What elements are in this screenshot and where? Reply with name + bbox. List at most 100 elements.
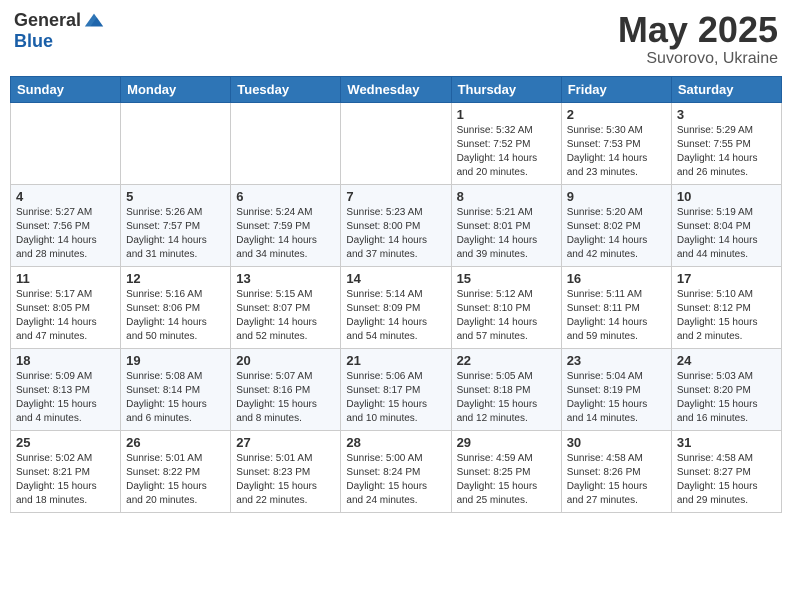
calendar-cell bbox=[11, 102, 121, 184]
day-info: Sunrise: 5:00 AM Sunset: 8:24 PM Dayligh… bbox=[346, 452, 445, 508]
day-info: Sunrise: 5:15 AM Sunset: 8:07 PM Dayligh… bbox=[236, 288, 335, 344]
calendar-cell: 4Sunrise: 5:27 AM Sunset: 7:56 PM Daylig… bbox=[11, 184, 121, 266]
day-info: Sunrise: 5:01 AM Sunset: 8:23 PM Dayligh… bbox=[236, 452, 335, 508]
day-info: Sunrise: 5:14 AM Sunset: 8:09 PM Dayligh… bbox=[346, 288, 445, 344]
day-number: 20 bbox=[236, 353, 335, 368]
day-number: 24 bbox=[677, 353, 776, 368]
day-number: 18 bbox=[16, 353, 115, 368]
calendar-cell: 26Sunrise: 5:01 AM Sunset: 8:22 PM Dayli… bbox=[121, 430, 231, 512]
calendar-cell: 27 Sunrise: 5:01 AM Sunset: 8:23 PM Dayli… bbox=[231, 430, 341, 512]
day-info: Sunrise: 5:19 AM Sunset: 8:04 PM Dayligh… bbox=[677, 206, 776, 262]
day-info: Sunrise: 5:04 AM Sunset: 8:19 PM Dayligh… bbox=[567, 370, 666, 426]
day-number: 6 bbox=[236, 189, 335, 204]
calendar-cell: 23 Sunrise: 5:04 AM Sunset: 8:19 PM Dayli… bbox=[561, 348, 671, 430]
header-monday: Monday bbox=[121, 76, 231, 102]
calendar-cell: 8 Sunrise: 5:21 AM Sunset: 8:01 PM Daylig… bbox=[451, 184, 561, 266]
calendar-week-3: 11Sunrise: 5:17 AM Sunset: 8:05 PM Dayli… bbox=[11, 266, 782, 348]
day-info: Sunrise: 5:16 AM Sunset: 8:06 PM Dayligh… bbox=[126, 288, 225, 344]
day-info: Sunrise: 5:17 AM Sunset: 8:05 PM Dayligh… bbox=[16, 288, 115, 344]
calendar-cell: 30Sunrise: 4:58 AM Sunset: 8:26 PM Dayli… bbox=[561, 430, 671, 512]
header-wednesday: Wednesday bbox=[341, 76, 451, 102]
day-info: Sunrise: 5:03 AM Sunset: 8:20 PM Dayligh… bbox=[677, 370, 776, 426]
calendar-cell: 13 Sunrise: 5:15 AM Sunset: 8:07 PM Dayli… bbox=[231, 266, 341, 348]
calendar-cell: 7Sunrise: 5:23 AM Sunset: 8:00 PM Daylig… bbox=[341, 184, 451, 266]
day-info: Sunrise: 5:24 AM Sunset: 7:59 PM Dayligh… bbox=[236, 206, 335, 262]
calendar-cell: 9 Sunrise: 5:20 AM Sunset: 8:02 PM Daylig… bbox=[561, 184, 671, 266]
calendar-cell: 21 Sunrise: 5:06 AM Sunset: 8:17 PM Dayli… bbox=[341, 348, 451, 430]
logo-blue: Blue bbox=[14, 31, 53, 51]
day-number: 22 bbox=[457, 353, 556, 368]
day-number: 23 bbox=[567, 353, 666, 368]
day-number: 25 bbox=[16, 435, 115, 450]
calendar-week-2: 4Sunrise: 5:27 AM Sunset: 7:56 PM Daylig… bbox=[11, 184, 782, 266]
calendar-cell: 2Sunrise: 5:30 AM Sunset: 7:53 PM Daylig… bbox=[561, 102, 671, 184]
calendar-cell: 11Sunrise: 5:17 AM Sunset: 8:05 PM Dayli… bbox=[11, 266, 121, 348]
day-info: Sunrise: 5:08 AM Sunset: 8:14 PM Dayligh… bbox=[126, 370, 225, 426]
day-info: Sunrise: 5:02 AM Sunset: 8:21 PM Dayligh… bbox=[16, 452, 115, 508]
day-info: Sunrise: 5:01 AM Sunset: 8:22 PM Dayligh… bbox=[126, 452, 225, 508]
day-number: 4 bbox=[16, 189, 115, 204]
calendar-cell: 25 Sunrise: 5:02 AM Sunset: 8:21 PM Dayli… bbox=[11, 430, 121, 512]
day-number: 13 bbox=[236, 271, 335, 286]
calendar-cell: 12 Sunrise: 5:16 AM Sunset: 8:06 PM Dayli… bbox=[121, 266, 231, 348]
day-number: 21 bbox=[346, 353, 445, 368]
calendar-cell: 19 Sunrise: 5:08 AM Sunset: 8:14 PM Dayli… bbox=[121, 348, 231, 430]
calendar-cell: 14 Sunrise: 5:14 AM Sunset: 8:09 PM Dayli… bbox=[341, 266, 451, 348]
day-number: 5 bbox=[126, 189, 225, 204]
calendar-cell: 5 Sunrise: 5:26 AM Sunset: 7:57 PM Daylig… bbox=[121, 184, 231, 266]
day-info: Sunrise: 5:29 AM Sunset: 7:55 PM Dayligh… bbox=[677, 124, 776, 180]
title-block: May 2025 Suvorovo, Ukraine bbox=[618, 10, 778, 68]
calendar-cell: 3Sunrise: 5:29 AM Sunset: 7:55 PM Daylig… bbox=[671, 102, 781, 184]
calendar-cell: 31 Sunrise: 4:58 AM Sunset: 8:27 PM Dayli… bbox=[671, 430, 781, 512]
day-number: 28 bbox=[346, 435, 445, 450]
day-info: Sunrise: 5:12 AM Sunset: 8:10 PM Dayligh… bbox=[457, 288, 556, 344]
calendar-location: Suvorovo, Ukraine bbox=[618, 50, 778, 68]
calendar-cell: 20 Sunrise: 5:07 AM Sunset: 8:16 PM Dayli… bbox=[231, 348, 341, 430]
calendar-header-row: Sunday Monday Tuesday Wednesday Thursday… bbox=[11, 76, 782, 102]
logo-general: General bbox=[14, 11, 81, 31]
day-number: 9 bbox=[567, 189, 666, 204]
page-header: General Blue May 2025 Suvorovo, Ukraine bbox=[10, 10, 782, 68]
day-number: 31 bbox=[677, 435, 776, 450]
day-info: Sunrise: 4:58 AM Sunset: 8:27 PM Dayligh… bbox=[677, 452, 776, 508]
calendar-cell: 1 Sunrise: 5:32 AM Sunset: 7:52 PM Daylig… bbox=[451, 102, 561, 184]
calendar-cell: 6 Sunrise: 5:24 AM Sunset: 7:59 PM Daylig… bbox=[231, 184, 341, 266]
calendar-cell bbox=[341, 102, 451, 184]
day-number: 27 bbox=[236, 435, 335, 450]
calendar-table: Sunday Monday Tuesday Wednesday Thursday… bbox=[10, 76, 782, 513]
day-number: 16 bbox=[567, 271, 666, 286]
header-thursday: Thursday bbox=[451, 76, 561, 102]
day-info: Sunrise: 5:20 AM Sunset: 8:02 PM Dayligh… bbox=[567, 206, 666, 262]
day-number: 17 bbox=[677, 271, 776, 286]
day-info: Sunrise: 5:06 AM Sunset: 8:17 PM Dayligh… bbox=[346, 370, 445, 426]
calendar-cell: 16 Sunrise: 5:11 AM Sunset: 8:11 PM Dayli… bbox=[561, 266, 671, 348]
logo: General Blue bbox=[14, 10, 105, 52]
day-number: 19 bbox=[126, 353, 225, 368]
calendar-cell: 10Sunrise: 5:19 AM Sunset: 8:04 PM Dayli… bbox=[671, 184, 781, 266]
calendar-cell: 28 Sunrise: 5:00 AM Sunset: 8:24 PM Dayli… bbox=[341, 430, 451, 512]
day-number: 2 bbox=[567, 107, 666, 122]
day-number: 12 bbox=[126, 271, 225, 286]
day-info: Sunrise: 5:11 AM Sunset: 8:11 PM Dayligh… bbox=[567, 288, 666, 344]
calendar-cell: 18 Sunrise: 5:09 AM Sunset: 8:13 PM Dayli… bbox=[11, 348, 121, 430]
day-info: Sunrise: 5:21 AM Sunset: 8:01 PM Dayligh… bbox=[457, 206, 556, 262]
calendar-cell bbox=[121, 102, 231, 184]
day-number: 14 bbox=[346, 271, 445, 286]
day-info: Sunrise: 5:09 AM Sunset: 8:13 PM Dayligh… bbox=[16, 370, 115, 426]
day-info: Sunrise: 5:10 AM Sunset: 8:12 PM Dayligh… bbox=[677, 288, 776, 344]
day-info: Sunrise: 5:07 AM Sunset: 8:16 PM Dayligh… bbox=[236, 370, 335, 426]
day-info: Sunrise: 4:58 AM Sunset: 8:26 PM Dayligh… bbox=[567, 452, 666, 508]
header-friday: Friday bbox=[561, 76, 671, 102]
day-info: Sunrise: 4:59 AM Sunset: 8:25 PM Dayligh… bbox=[457, 452, 556, 508]
header-sunday: Sunday bbox=[11, 76, 121, 102]
day-info: Sunrise: 5:23 AM Sunset: 8:00 PM Dayligh… bbox=[346, 206, 445, 262]
calendar-cell: 15 Sunrise: 5:12 AM Sunset: 8:10 PM Dayli… bbox=[451, 266, 561, 348]
calendar-cell: 22Sunrise: 5:05 AM Sunset: 8:18 PM Dayli… bbox=[451, 348, 561, 430]
calendar-title: May 2025 bbox=[618, 10, 778, 50]
calendar-week-5: 25 Sunrise: 5:02 AM Sunset: 8:21 PM Dayli… bbox=[11, 430, 782, 512]
day-number: 1 bbox=[457, 107, 556, 122]
day-number: 15 bbox=[457, 271, 556, 286]
day-number: 8 bbox=[457, 189, 556, 204]
day-info: Sunrise: 5:32 AM Sunset: 7:52 PM Dayligh… bbox=[457, 124, 556, 180]
day-info: Sunrise: 5:26 AM Sunset: 7:57 PM Dayligh… bbox=[126, 206, 225, 262]
